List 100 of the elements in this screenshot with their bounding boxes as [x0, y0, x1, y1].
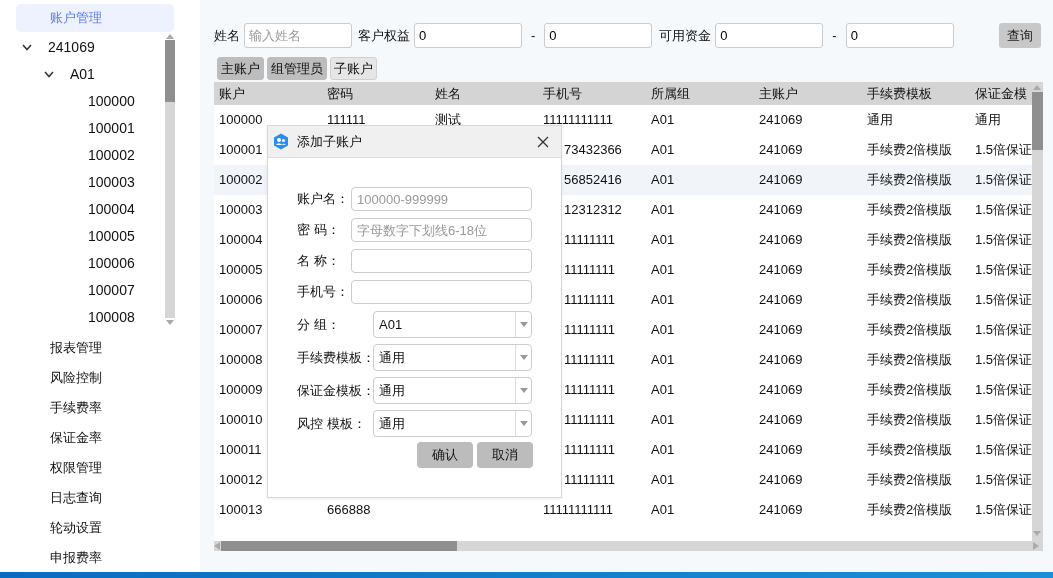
tree-item[interactable]: 100007 — [88, 277, 135, 304]
tree-item[interactable]: 100001 — [88, 115, 135, 142]
chevron-icon[interactable] — [22, 44, 32, 51]
dropdown[interactable]: 通用 — [373, 377, 532, 404]
table-cell: 1.5倍保证 — [975, 232, 1032, 247]
column-header[interactable]: 密码 — [322, 82, 430, 105]
tree-item[interactable]: 100005 — [88, 223, 135, 250]
table-cell: 1.5倍保证 — [975, 322, 1032, 337]
table-cell: 手续费2倍模版 — [867, 202, 953, 217]
table-cell: 100006 — [219, 292, 263, 307]
tab[interactable]: 子账户 — [330, 57, 377, 80]
tree-item[interactable]: 241069 — [48, 34, 95, 61]
nav-item[interactable]: 日志查询 — [0, 483, 200, 513]
query-button[interactable]: 查询 — [998, 23, 1041, 48]
chevron-icon[interactable] — [44, 71, 54, 78]
table-cell: 通用 — [867, 112, 893, 127]
field-label: 客户权益 — [358, 26, 410, 45]
table-cell: 241069 — [759, 472, 803, 487]
table-cell: 1.5倍保证 — [975, 142, 1032, 157]
text-input[interactable]: 100000-999999 — [351, 187, 532, 211]
table-cell: 11111111 — [564, 322, 616, 337]
table-cell: 手续费2倍模版 — [867, 142, 953, 157]
table-cell: 241069 — [759, 202, 803, 217]
column-header[interactable]: 保证金模 — [970, 82, 1032, 105]
column-header[interactable]: 手机号 — [538, 82, 646, 105]
table-cell: 11111111 — [564, 412, 616, 427]
scrollbar-thumb[interactable] — [1032, 92, 1043, 150]
dialog-button[interactable]: 取消 — [477, 442, 533, 468]
table-cell: 11111111 — [564, 352, 616, 367]
table-cell: 241069 — [759, 112, 803, 127]
table-cell: 241069 — [759, 232, 803, 247]
column-header[interactable]: 主账户 — [754, 82, 862, 105]
dropdown[interactable]: 通用 — [373, 410, 532, 437]
tree-item[interactable]: 100006 — [88, 250, 135, 277]
column-header[interactable]: 手续费模板 — [862, 82, 970, 105]
table-cell: 1.5倍保证 — [975, 262, 1032, 277]
field-label: 风控 模板： — [297, 415, 367, 433]
tree-item[interactable]: 100003 — [88, 169, 135, 196]
table-cell: 111111 — [327, 112, 366, 127]
text-input[interactable] — [351, 249, 532, 273]
table-cell: 1.5倍保证 — [975, 502, 1032, 517]
table-cell: 100002 — [219, 172, 263, 187]
table-cell: A01 — [651, 262, 675, 277]
table-cell: A01 — [651, 442, 675, 457]
column-header[interactable]: 姓名 — [430, 82, 538, 105]
scrollbar[interactable] — [1032, 82, 1043, 551]
tab[interactable]: 组管理员 — [267, 57, 327, 80]
caret-icon — [519, 421, 528, 426]
range-input[interactable]: 0 — [845, 23, 954, 48]
table-cell: 241069 — [759, 412, 803, 427]
tree-item[interactable]: 100008 — [88, 304, 135, 330]
column-header[interactable]: 所属组 — [646, 82, 754, 105]
table-cell: 100004 — [219, 232, 263, 247]
nav-item[interactable]: 手续费率 — [0, 393, 200, 423]
scrollbar-thumb[interactable] — [165, 40, 175, 102]
nav-item[interactable]: 保证金率 — [0, 423, 200, 453]
close-icon[interactable] — [537, 135, 549, 148]
tree-item[interactable]: A01 — [70, 61, 95, 88]
range-separator: - — [832, 26, 837, 45]
nav-item[interactable]: 账户管理 — [16, 4, 174, 32]
nav-item[interactable]: 风险控制 — [0, 363, 200, 393]
dropdown[interactable]: A01 — [373, 311, 532, 338]
range-input[interactable]: 0 — [414, 23, 522, 48]
table-cell: 100003 — [219, 202, 263, 217]
text-input[interactable]: 字母数字下划线6-18位 — [351, 218, 532, 242]
nav-item[interactable]: 轮动设置 — [0, 513, 200, 543]
column-header[interactable]: 账户 — [214, 82, 322, 105]
table-cell: A01 — [651, 232, 675, 247]
table-cell: 241069 — [759, 352, 803, 367]
table-cell: A01 — [651, 142, 675, 157]
table-cell: 手续费2倍模版 — [867, 472, 953, 487]
table-cell: 手续费2倍模版 — [867, 412, 953, 427]
table-cell: 100011 — [219, 442, 262, 457]
nav-item[interactable]: 报表管理 — [0, 333, 200, 363]
table-cell: 11111111111 — [543, 112, 613, 127]
table-cell: 100009 — [219, 382, 263, 397]
range-input[interactable]: 0 — [544, 23, 653, 48]
tab[interactable]: 主账户 — [217, 57, 264, 80]
table-cell: 100005 — [219, 262, 263, 277]
scrollbar[interactable] — [214, 541, 1032, 551]
tree-item[interactable]: 100004 — [88, 196, 135, 223]
dialog-title: 添加子账户 — [297, 132, 363, 151]
table-cell: A01 — [651, 172, 675, 187]
dropdown[interactable]: 通用 — [373, 344, 532, 371]
range-input[interactable]: 0 — [715, 23, 824, 48]
table-cell: 手续费2倍模版 — [867, 502, 953, 517]
scrollbar-thumb[interactable] — [221, 541, 457, 551]
dialog-button[interactable]: 确认 — [417, 442, 473, 468]
table-cell: 100007 — [219, 322, 263, 337]
tree-item[interactable]: 100002 — [88, 142, 135, 169]
table-cell: 11111111 — [564, 442, 616, 457]
nav-item[interactable]: 申报费率 — [0, 543, 200, 573]
tree-item[interactable]: 100000 — [88, 88, 135, 115]
table-cell: 56852416 — [564, 172, 622, 187]
table-cell: 1.5倍保证 — [975, 412, 1032, 427]
range-separator: - — [531, 26, 536, 45]
field-label: 保证金模板： — [297, 382, 373, 400]
name-input[interactable]: 输入姓名 — [244, 23, 352, 48]
text-input[interactable] — [351, 280, 532, 304]
nav-item[interactable]: 权限管理 — [0, 453, 200, 483]
